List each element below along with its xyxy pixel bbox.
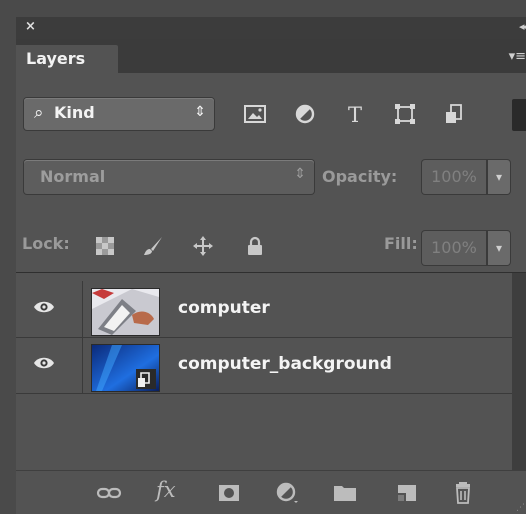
lock-image-pixels-icon[interactable] — [142, 235, 164, 257]
new-layer-icon[interactable] — [394, 482, 420, 504]
select-arrows-icon: ⇕ — [194, 104, 206, 120]
visibility-toggle[interactable] — [16, 281, 83, 337]
layers-panel: × ◂◂ Layers ▾≡ ⌕ Kind ⇕ T Normal ⇕ Opaci… — [16, 17, 526, 514]
lock-all-icon[interactable] — [244, 235, 266, 257]
collapse-panel-icon[interactable]: ◂◂ — [519, 20, 526, 33]
delete-layer-icon[interactable] — [450, 482, 476, 504]
layer-row[interactable]: computer_background — [16, 337, 526, 394]
select-arrows-icon: ⇕ — [294, 166, 306, 182]
smart-object-filter-icon[interactable] — [442, 102, 468, 126]
resize-grip-icon[interactable]: ⋰ — [516, 503, 525, 513]
bottom-toolbar: fx ⋰ — [16, 470, 526, 514]
fill-dropdown-button[interactable]: ▾ — [488, 231, 510, 265]
opacity-label: Opacity: — [322, 167, 398, 186]
fill-input[interactable]: 100% — [422, 231, 486, 265]
shape-layer-filter-icon[interactable] — [392, 102, 418, 126]
lock-position-icon[interactable] — [192, 235, 214, 257]
adjustment-layer-filter-icon[interactable] — [292, 102, 318, 126]
filter-kind-select[interactable]: ⌕ Kind ⇕ — [24, 98, 214, 130]
opacity-input[interactable]: 100% — [422, 160, 486, 194]
filter-kind-label: Kind — [54, 103, 95, 122]
visibility-toggle[interactable] — [16, 337, 83, 393]
layers-list: computer computer_background — [16, 273, 526, 470]
eye-icon — [34, 357, 54, 369]
close-panel-icon[interactable]: × — [25, 19, 36, 34]
new-group-icon[interactable] — [332, 482, 358, 504]
fill-label: Fill: — [384, 234, 418, 253]
layer-name: computer — [178, 298, 270, 318]
new-adjustment-layer-icon[interactable] — [274, 482, 300, 504]
link-layers-icon[interactable] — [96, 482, 122, 504]
panel-menu-icon[interactable]: ▾≡ — [509, 49, 526, 64]
panel-title-bar[interactable]: × ◂◂ — [16, 17, 526, 39]
blend-row: Normal ⇕ Opacity: 100% ▾ — [16, 132, 526, 209]
lock-row: Lock: Fill: 100% ▾ — [16, 208, 526, 273]
search-icon: ⌕ — [34, 103, 44, 123]
layer-row[interactable]: computer — [16, 281, 526, 338]
blend-mode-value: Normal — [40, 167, 106, 186]
layer-thumbnail — [91, 288, 160, 336]
layer-thumbnail — [91, 344, 160, 392]
filter-row: ⌕ Kind ⇕ T — [16, 73, 526, 133]
lock-label: Lock: — [22, 234, 70, 253]
scrollbar[interactable] — [512, 273, 526, 470]
filter-toggle-switch[interactable] — [512, 99, 526, 131]
panel-tab-row: Layers ▾≡ — [16, 39, 526, 74]
type-glyph: T — [348, 103, 362, 126]
blend-mode-select[interactable]: Normal ⇕ — [24, 160, 314, 194]
tab-layers[interactable]: Layers — [16, 45, 118, 74]
add-mask-icon[interactable] — [216, 482, 242, 504]
opacity-dropdown-button[interactable]: ▾ — [488, 160, 510, 194]
add-layer-style-icon[interactable]: fx — [156, 478, 176, 502]
eye-icon — [34, 301, 54, 313]
layer-name: computer_background — [178, 354, 392, 374]
lock-transparent-pixels-icon[interactable] — [94, 235, 116, 257]
pixel-layer-filter-icon[interactable] — [242, 102, 268, 126]
type-layer-filter-icon[interactable]: T — [342, 102, 368, 127]
